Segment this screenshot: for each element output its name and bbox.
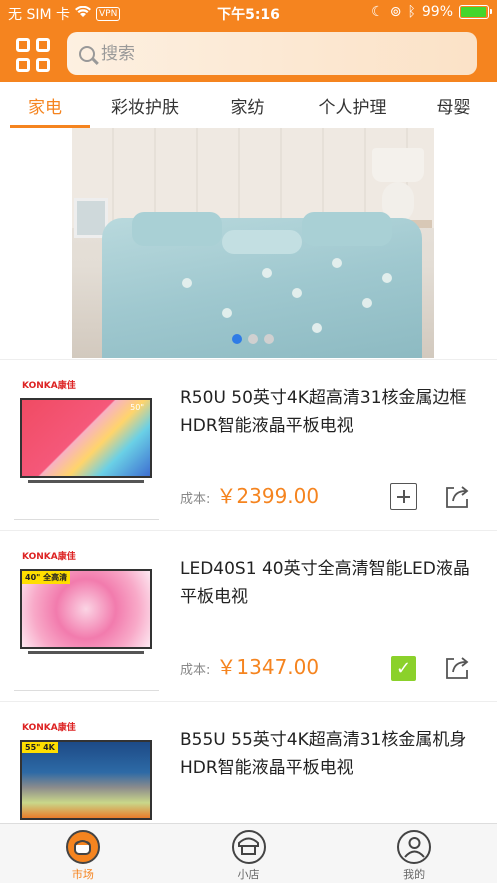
tab-profile[interactable]: 我的 <box>331 824 497 883</box>
carousel-dot[interactable] <box>232 334 242 344</box>
share-icon[interactable] <box>443 482 471 510</box>
bottom-tab-bar: 市场 小店 我的 <box>0 823 497 883</box>
product-item[interactable]: KONKA康佳 50" R50U 50英寸4K超高清31核金属边框HDR智能液晶… <box>0 359 497 530</box>
tab-home-textiles[interactable]: 家纺 <box>200 82 295 128</box>
grid-icon[interactable] <box>14 36 54 72</box>
carousel-dot[interactable] <box>248 334 258 344</box>
orientation-lock-icon: ⊚ <box>389 4 402 20</box>
search-input[interactable] <box>101 43 431 64</box>
product-image: KONKA康佳 40" 全高清 <box>14 541 159 691</box>
market-icon <box>65 830 100 864</box>
tab-personal-care[interactable]: 个人护理 <box>295 82 410 128</box>
price: ￥1347.00 <box>216 655 320 679</box>
status-bar: 无 SIM 卡 VPN 下午5:16 ☾ ⊚ ᛒ 99% <box>0 0 497 26</box>
profile-icon <box>397 830 432 864</box>
search-icon <box>79 45 95 62</box>
moon-icon: ☾ <box>371 4 384 20</box>
search-bar[interactable] <box>67 32 477 75</box>
battery-percent: 99% <box>421 4 453 20</box>
product-cost: 成本: ￥2399.00 <box>180 480 319 509</box>
carousel-indicator <box>232 334 274 344</box>
battery-icon <box>459 5 492 19</box>
brand-logo: KONKA康佳 <box>22 381 76 391</box>
tab-home-appliances[interactable]: 家电 <box>0 82 90 128</box>
tab-cosmetics[interactable]: 彩妆护肤 <box>90 82 200 128</box>
tab-shop[interactable]: 小店 <box>166 824 332 883</box>
cost-label: 成本: <box>180 663 211 678</box>
category-tabs: 家电 彩妆护肤 家纺 个人护理 母婴 <box>0 82 497 128</box>
product-item[interactable]: KONKA康佳 40" 全高清 LED40S1 40英寸全高清智能LED液晶平板… <box>0 530 497 701</box>
bluetooth-icon: ᛒ <box>407 4 416 20</box>
brand-logo: KONKA康佳 <box>22 723 76 733</box>
tab-label: 小店 <box>237 868 260 881</box>
screen-size-badge: 55" 4K <box>22 742 58 753</box>
brand-logo: KONKA康佳 <box>22 552 76 562</box>
app-header <box>0 26 497 82</box>
promo-banner[interactable] <box>72 128 434 358</box>
product-cost: 成本: ￥1347.00 <box>180 651 319 680</box>
product-list: KONKA康佳 50" R50U 50英寸4K超高清31核金属边框HDR智能液晶… <box>0 359 497 872</box>
tab-market[interactable]: 市场 <box>0 824 166 883</box>
product-title[interactable]: B55U 55英寸4K超高清31核金属机身HDR智能液晶平板电视 <box>180 726 480 782</box>
tab-mother-baby[interactable]: 母婴 <box>410 82 497 128</box>
tab-label: 市场 <box>71 868 94 881</box>
product-title[interactable]: LED40S1 40英寸全高清智能LED液晶平板电视 <box>180 555 480 611</box>
cost-label: 成本: <box>180 492 211 507</box>
add-to-shop-button[interactable] <box>390 483 417 510</box>
screen-size-badge: 40" 全高清 <box>22 571 71 584</box>
screen-size-badge: 50" <box>130 403 144 412</box>
added-checkbox[interactable]: ✓ <box>391 656 416 681</box>
carousel-dot[interactable] <box>264 334 274 344</box>
lamp <box>372 148 424 182</box>
product-image: KONKA康佳 50" <box>14 370 159 520</box>
tab-label: 我的 <box>403 868 426 881</box>
product-title[interactable]: R50U 50英寸4K超高清31核金属边框HDR智能液晶平板电视 <box>180 384 480 440</box>
share-icon[interactable] <box>443 653 471 681</box>
shop-icon <box>231 830 266 864</box>
price: ￥2399.00 <box>216 484 320 508</box>
